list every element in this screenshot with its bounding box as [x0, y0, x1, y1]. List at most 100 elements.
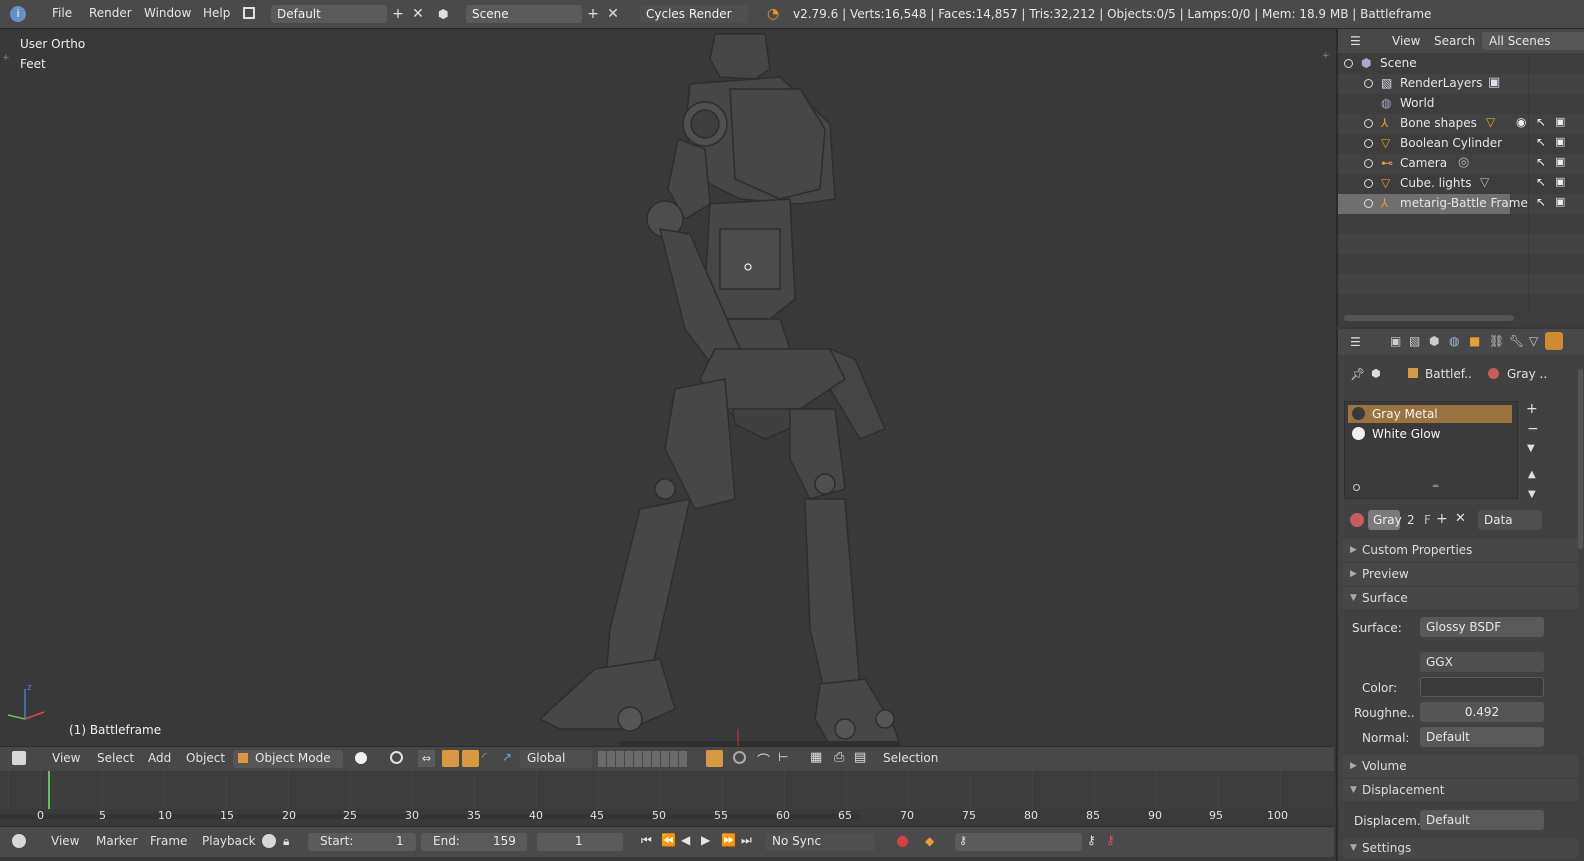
opengl-render-icon[interactable]: ▦ [810, 750, 822, 765]
menu-view[interactable]: View [52, 751, 80, 765]
outliner-row-scene[interactable]: ⬢ Scene [1338, 54, 1584, 74]
render-engine-select[interactable]: Cycles Render [640, 5, 748, 23]
constraints-tab-icon[interactable]: ⛓ [1489, 334, 1504, 348]
display-mode-select[interactable]: All Scenes [1482, 32, 1584, 50]
material-name-field[interactable]: Gray [1368, 510, 1402, 530]
record-icon[interactable] [897, 836, 908, 847]
layer-buttons[interactable] [598, 751, 688, 767]
screen-layout-field[interactable]: Default [271, 5, 387, 23]
panel-preview[interactable]: ▶ Preview [1342, 563, 1578, 585]
keying-set-icon[interactable]: ◆ [925, 834, 934, 848]
cursor-icon[interactable]: ↖ [1536, 155, 1546, 169]
unlink-material-icon[interactable]: ✕ [1455, 511, 1466, 526]
tab-view[interactable]: View [1392, 34, 1420, 48]
play-icon[interactable]: ▶ [701, 833, 710, 847]
render-icon[interactable]: ▣ [1555, 155, 1565, 168]
menu-frame[interactable]: Frame [150, 834, 187, 848]
scale-manipulator-icon[interactable]: ◜ [482, 750, 499, 767]
menu-view[interactable]: View [51, 834, 79, 848]
transform-orientation-icon[interactable]: ↗ [502, 750, 519, 767]
clapper-icon[interactable]: ▤ [854, 750, 866, 765]
render-tab-icon[interactable]: ▣ [1390, 334, 1401, 348]
tab-search[interactable]: Search [1434, 34, 1475, 48]
data-tab-icon[interactable]: ▽ [1529, 334, 1538, 348]
users-count[interactable]: 2 [1407, 513, 1415, 527]
properties-scrollbar[interactable] [1578, 369, 1583, 549]
properties-shelf-toggle-icon[interactable]: + [1322, 51, 1330, 61]
menu-help[interactable]: Help [203, 6, 230, 20]
cursor-icon[interactable]: ↖ [1536, 195, 1546, 209]
material-slot-list[interactable]: Gray Metal White Glow ═ [1344, 401, 1518, 499]
proportional-edit-icon[interactable] [733, 751, 746, 764]
preview-range-icon[interactable] [262, 834, 276, 848]
menu-add[interactable]: Add [148, 751, 171, 765]
slot-menu-icon[interactable]: ▼ [1527, 443, 1535, 454]
outliner-editor-icon[interactable]: ☰ [1350, 34, 1361, 48]
eye-icon[interactable]: ◉ [1516, 115, 1526, 129]
add-screen-icon[interactable]: + [389, 5, 407, 23]
material-tab-icon[interactable] [1545, 332, 1563, 350]
cursor-icon[interactable]: ↖ [1536, 135, 1546, 149]
panel-volume[interactable]: ▶ Volume [1342, 755, 1578, 777]
snap-element-icon[interactable]: ⊢ [778, 750, 788, 764]
panel-surface[interactable]: ▼ Surface [1342, 587, 1578, 609]
rotate-manipulator-icon[interactable] [462, 750, 479, 767]
end-frame-field[interactable]: End: 159 [421, 833, 527, 851]
jump-keyframe-back-icon[interactable]: ⏪ [661, 833, 676, 847]
sync-select[interactable]: No Sync [765, 833, 875, 851]
expand-icon[interactable] [1364, 139, 1373, 148]
outliner-row-bone-shapes[interactable]: ⅄ Bone shapes ▽ ◉ ↖ ▣ [1338, 114, 1584, 134]
material-slot-white-glow[interactable]: White Glow [1348, 425, 1512, 443]
frame-cursor[interactable] [48, 771, 50, 809]
render-animation-icon[interactable]: ⎙ [834, 750, 844, 765]
menu-file[interactable]: File [52, 6, 72, 20]
scene-icon[interactable]: ⬢ [438, 7, 452, 21]
delete-scene-icon[interactable]: ✕ [604, 5, 622, 23]
menu-marker[interactable]: Marker [96, 834, 137, 848]
delete-screen-icon[interactable]: ✕ [409, 5, 427, 23]
menu-object[interactable]: Object [186, 751, 225, 765]
filter-toggle-icon[interactable] [1353, 484, 1360, 491]
breadcrumb-object[interactable]: Battlef.. [1425, 367, 1472, 381]
modifiers-tab-icon[interactable]: 🔧︎ [1509, 334, 1524, 348]
roughness-slider[interactable]: 0.492 [1420, 702, 1544, 722]
cursor-icon[interactable]: ↖ [1536, 175, 1546, 189]
pivot-icon[interactable] [390, 751, 403, 764]
outliner-row-cube-lights[interactable]: ▽ Cube. lights ▽ ↖ ▣ [1338, 174, 1584, 194]
lock-icon[interactable]: 🔒︎ [283, 834, 289, 849]
material-slot-gray-metal[interactable]: Gray Metal [1348, 405, 1512, 423]
link-select[interactable]: Data [1478, 510, 1542, 530]
jump-keyframe-forward-icon[interactable]: ⏩ [721, 833, 736, 847]
delete-keyframe-icon[interactable]: ⚷ [1106, 833, 1115, 847]
play-reverse-icon[interactable]: ◀ [681, 833, 690, 847]
snap-icon[interactable]: ⌒ [757, 750, 770, 769]
outliner-row-boolean-cylinder[interactable]: ▽ Boolean Cylinder ↖ ▣ [1338, 134, 1584, 154]
outliner-row-world[interactable]: ◍ World [1338, 94, 1584, 114]
outliner-row-renderlayers[interactable]: ▧ RenderLayers ▣ [1338, 74, 1584, 94]
panel-settings[interactable]: ▼ Settings [1342, 838, 1578, 858]
move-up-icon[interactable]: ▲ [1528, 469, 1536, 480]
cursor-icon[interactable]: ↖ [1536, 115, 1546, 129]
normal-select[interactable]: Default [1420, 727, 1544, 747]
start-frame-field[interactable]: Start: 1 [308, 833, 416, 851]
render-icon[interactable]: ▣ [1555, 195, 1565, 208]
remove-slot-icon[interactable]: − [1527, 421, 1539, 437]
resize-handle-icon[interactable]: ═ [1433, 482, 1438, 492]
expand-icon[interactable] [1364, 199, 1373, 208]
distribution-select[interactable]: GGX [1420, 652, 1544, 672]
scene-field[interactable]: Scene [466, 5, 582, 23]
surface-shader-select[interactable]: Glossy BSDF [1420, 617, 1544, 637]
keying-set-field[interactable]: ⚷ [955, 833, 1082, 851]
translate-manipulator-icon[interactable] [442, 750, 459, 767]
world-tab-icon[interactable]: ◍ [1449, 334, 1459, 348]
scene-tab-icon[interactable]: ⬢ [1429, 334, 1439, 348]
toolshelf-toggle-icon[interactable]: + [2, 53, 10, 63]
info-editor-icon[interactable]: i [10, 6, 26, 22]
outliner-row-metarig[interactable]: ⅄ metarig-Battle Frame ↖ ▣ [1338, 194, 1584, 214]
object-tab-icon[interactable]: ■ [1469, 334, 1480, 348]
menu-select[interactable]: Select [97, 751, 134, 765]
color-swatch[interactable] [1420, 677, 1544, 697]
displacement-select[interactable]: Default [1420, 810, 1544, 830]
material-browse-icon[interactable] [1350, 513, 1364, 527]
shading-sphere-icon[interactable] [355, 752, 367, 764]
